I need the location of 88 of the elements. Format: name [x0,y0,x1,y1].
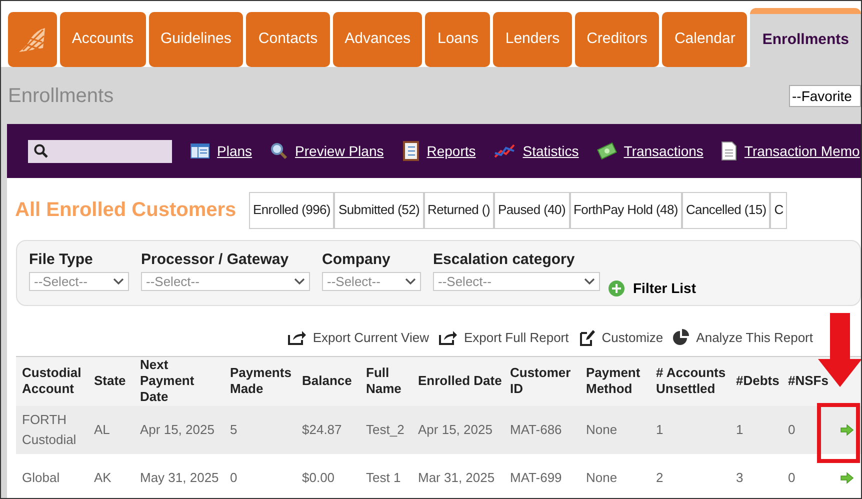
logo-tab[interactable] [8,12,57,67]
filter-label: Processor / Gateway [141,250,290,268]
line-chart-icon [494,143,516,159]
table-row[interactable]: FORTH Custodial AL Apr 15, 2025 5 $24.87 Test_2 Apr 15, 2025 MAT-686 None 1 1 0 [16,406,861,454]
filter-select[interactable]: --Select-- [322,272,421,291]
table-cell: AL [88,406,134,454]
status-tab[interactable]: Returned () [424,192,494,228]
table-cell: FORTH Custodial [16,406,88,454]
nav-tab[interactable]: Enrollments [750,8,861,67]
table-cell: 1 [650,406,730,454]
toolbar-link[interactable]: Plans [217,140,252,162]
section-title: All Enrolled Customers [15,198,238,223]
toolbar-link[interactable]: Transactions [624,140,704,162]
table-cell: 5 [224,406,296,454]
action-link[interactable]: Export Full Report [464,328,569,347]
search-field[interactable] [28,140,172,162]
filter-label: Company [322,250,392,268]
table-cell: MAT-699 [504,454,580,498]
table-cell: MAT-686 [504,406,580,454]
notebook-icon [402,141,420,161]
highlight-box [817,403,860,463]
filter-select[interactable]: --Select-- [433,272,600,291]
page-title: Enrollments [7,84,114,108]
action-link[interactable]: Export Current View [312,328,429,347]
filter-list-button[interactable]: Filter List [633,278,696,299]
column-header: State [88,356,134,406]
edit-icon [578,328,595,346]
table-cell: Test 1 [360,454,412,498]
toolbar-link[interactable]: Reports [426,140,476,162]
table-cell: 1 [730,406,782,454]
document-icon [721,141,738,161]
arrow-right-icon[interactable] [840,424,854,436]
column-header: Balance [296,356,360,406]
table-cell: 0 [224,454,296,498]
table-cell: None [580,406,650,454]
status-tab[interactable]: Paused (40) [494,192,570,228]
table-cell: Global [16,454,88,498]
chevron-down-icon [294,278,305,285]
action-link[interactable]: Customize [602,328,664,347]
plus-icon [608,280,625,297]
table-cell: Apr 15, 2025 [412,406,504,454]
table-cell: Test_2 [360,406,412,454]
table-cell: 2 [650,454,730,498]
arrow-right-icon[interactable] [840,472,854,484]
chevron-down-icon [405,278,416,285]
logo-icon [17,26,48,54]
column-header: Payment Method [580,356,650,406]
column-header: #Debts [730,356,782,406]
column-header: Payments Made [224,356,296,406]
table-cell: $0.00 [296,454,360,498]
search-icon [34,144,48,158]
columns-icon [190,143,210,159]
table-cell: Mar 31, 2025 [412,454,504,498]
column-header: Enrolled Date [412,356,504,406]
column-header: Full Name [360,356,412,406]
status-tab[interactable]: Submitted (52) [334,192,424,228]
column-header: #NSFs [782,356,832,406]
favorites-select[interactable]: --Favorite [789,84,861,106]
column-header: Next Payment Date [134,356,224,406]
filter-select[interactable]: --Select-- [29,272,129,291]
table-cell: AK [88,454,134,498]
table-cell: $24.87 [296,406,360,454]
table-cell: 0 [782,406,832,454]
magnifier-icon [270,142,288,160]
column-header: Custodial Account [16,356,88,406]
export-icon [438,329,457,346]
status-tab[interactable]: Enrolled (996) [249,192,334,228]
status-tab[interactable]: Cancelled (15) [682,192,770,228]
toolbar-link[interactable]: Transaction Memo [744,140,860,162]
table-cell: 3 [730,454,782,498]
filter-select[interactable]: --Select-- [141,272,310,291]
status-tab[interactable]: C [770,192,788,228]
table-cell: 0 [782,454,832,498]
toolbar-link[interactable]: Statistics [522,140,579,162]
filter-label: File Type [29,250,94,268]
toolbar-link[interactable]: Preview Plans [295,140,384,162]
action-link[interactable]: Analyze This Report [696,328,813,347]
table-cell: Apr 15, 2025 [134,406,224,454]
filter-label: Escalation category [433,250,576,268]
chevron-down-icon [113,278,124,285]
column-header: # Accounts Unsettled [650,356,730,406]
export-icon [288,329,306,346]
table-cell: None [580,454,650,498]
pie-chart-icon [673,329,690,346]
status-tab[interactable]: ForthPay Hold (48) [570,192,682,228]
column-header: Customer ID [504,356,580,406]
chevron-down-icon [584,278,595,285]
table-cell: May 31, 2025 [134,454,224,498]
